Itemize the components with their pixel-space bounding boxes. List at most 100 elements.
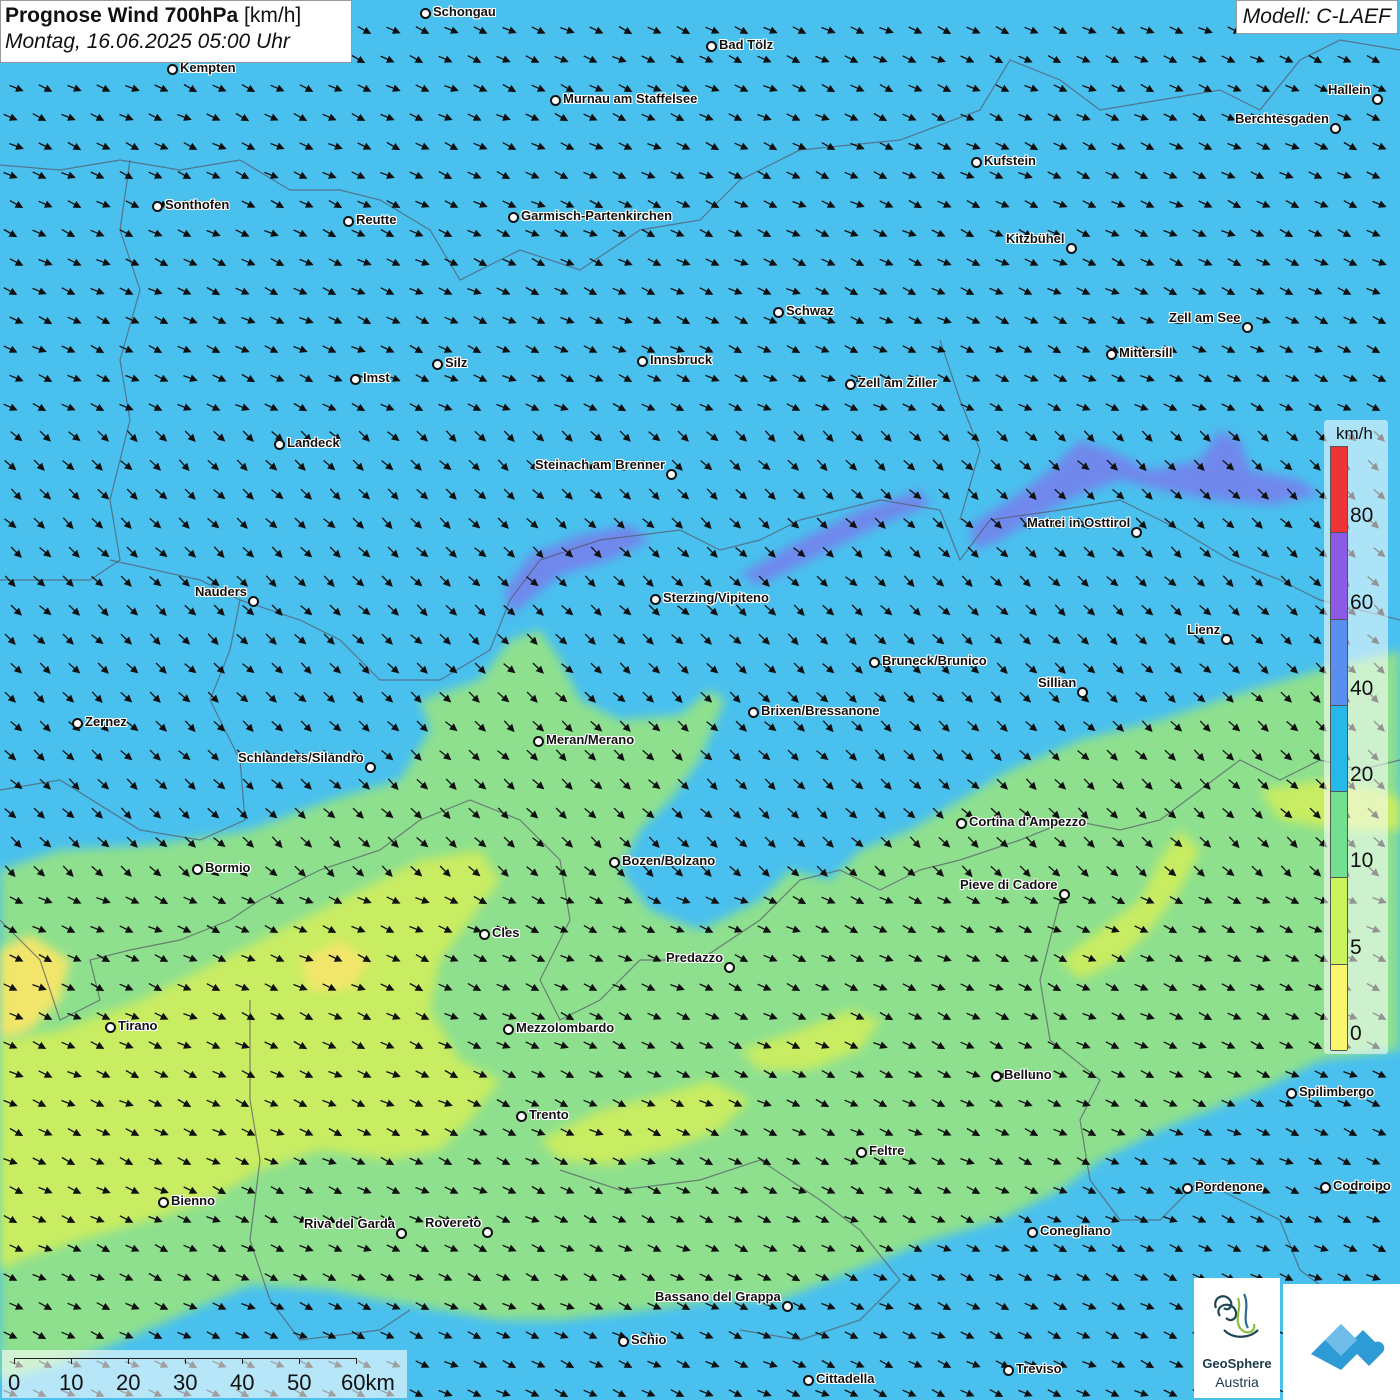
city-marker <box>550 95 561 106</box>
city-marker <box>1059 889 1070 900</box>
scale-bar: 0 10 20 30 40 50 60km <box>2 1350 407 1398</box>
map-title: Prognose Wind 700hPa [km/h] <box>5 4 347 28</box>
city-marker <box>72 718 83 729</box>
city-label: Cittadella <box>816 1371 875 1386</box>
cloud-arrow-logo-icon <box>1311 1324 1385 1370</box>
city-marker <box>666 469 677 480</box>
legend-label: 80 <box>1350 504 1374 528</box>
city-marker <box>1372 94 1383 105</box>
legend-label: 60 <box>1350 590 1374 614</box>
city-label: Sterzing/Vipiteno <box>663 590 769 605</box>
city-label: Pordenone <box>1195 1179 1263 1194</box>
city-label: Riva del Garda <box>304 1216 396 1231</box>
scale-tick <box>356 1358 357 1364</box>
city-label: Garmisch-Partenkirchen <box>521 208 673 223</box>
city-marker <box>350 374 361 385</box>
city-marker <box>748 707 759 718</box>
scale-label: 20 <box>116 1370 141 1395</box>
geosphere-name: GeoSphere <box>1202 1356 1272 1371</box>
city-marker <box>1242 322 1253 333</box>
city-marker <box>396 1228 407 1239</box>
legend: km/h 80 60 40 20 10 5 0 <box>1324 420 1388 1054</box>
city-marker <box>991 1071 1002 1082</box>
city-label: Nauders <box>195 584 248 599</box>
city-label: Tirano <box>118 1018 158 1033</box>
city-marker <box>1131 527 1142 538</box>
city-label: Meran/Merano <box>546 732 635 747</box>
city-marker <box>1027 1227 1038 1238</box>
city-label: Bozen/Bolzano <box>622 853 716 868</box>
city-marker <box>479 929 490 940</box>
city-label: Steinach am Brenner <box>535 457 666 472</box>
city-label: Zell am Ziller <box>858 375 938 390</box>
scale-tick <box>185 1358 186 1364</box>
scale-label: 50 <box>287 1370 312 1395</box>
city-label: Kufstein <box>984 153 1036 168</box>
city-marker <box>706 41 717 52</box>
scale-label: 60km <box>341 1370 395 1395</box>
city-label: Belluno <box>1004 1067 1052 1082</box>
city-marker <box>782 1301 793 1312</box>
city-marker <box>274 439 285 450</box>
title-unit: [km/h] <box>244 4 302 27</box>
legend-segment <box>1331 533 1347 620</box>
city-label: Brixen/Bressanone <box>761 703 880 718</box>
city-marker <box>803 1375 814 1386</box>
weather-app-logo[interactable] <box>1283 1284 1400 1400</box>
city-label: Conegliano <box>1040 1223 1111 1238</box>
city-marker <box>856 1147 867 1158</box>
city-label: Schwaz <box>786 303 834 318</box>
city-label: Spilimbergo <box>1299 1084 1375 1099</box>
city-marker <box>167 64 178 75</box>
city-marker <box>971 157 982 168</box>
city-marker <box>482 1227 493 1238</box>
city-marker <box>192 864 203 875</box>
city-label: Kitzbühel <box>1006 231 1065 246</box>
city-marker <box>1106 349 1117 360</box>
city-label: Landeck <box>287 435 340 450</box>
city-marker <box>637 356 648 367</box>
city-label: Hallein <box>1328 82 1371 97</box>
city-marker <box>618 1336 629 1347</box>
city-label: Predazzo <box>666 950 724 965</box>
city-label: Reutte <box>356 212 397 227</box>
city-marker <box>1221 634 1232 645</box>
city-label: Murnau am Staffelsee <box>563 91 698 106</box>
city-label: Zell am See <box>1169 310 1241 325</box>
city-marker <box>432 359 443 370</box>
geosphere-emblem-icon <box>1214 1293 1259 1338</box>
city-marker <box>1003 1365 1014 1376</box>
city-label: Cortina d'Ampezzo <box>969 814 1087 829</box>
scale-label: 10 <box>59 1370 84 1395</box>
city-marker <box>152 201 163 212</box>
city-marker <box>1077 687 1088 698</box>
geosphere-logo[interactable]: GeoSphere Austria <box>1194 1278 1280 1398</box>
forecast-date: Montag, 16.06.2025 05:00 Uhr <box>5 30 290 53</box>
legend-label: 40 <box>1350 676 1374 700</box>
city-label: Cles <box>492 925 520 940</box>
city-marker <box>158 1197 169 1208</box>
city-label: Sillian <box>1038 675 1077 690</box>
city-marker <box>1330 123 1341 134</box>
city-marker <box>773 307 784 318</box>
legend-label: 0 <box>1350 1022 1362 1045</box>
city-marker <box>650 594 661 605</box>
scale-label: 40 <box>230 1370 255 1395</box>
scale-tick <box>128 1358 129 1364</box>
city-label: Sonthofen <box>165 197 230 212</box>
city-label: Lienz <box>1187 622 1221 637</box>
wind-map[interactable]: Schongau Bad Tölz Kempten Murnau am Staffel… <box>0 0 1400 1400</box>
city-marker <box>1182 1183 1193 1194</box>
legend-segment <box>1331 964 1347 1051</box>
city-marker <box>533 736 544 747</box>
city-label: Berchtesgaden <box>1235 111 1329 126</box>
legend-unit: km/h <box>1336 424 1373 443</box>
city-label: Bienno <box>171 1193 216 1208</box>
city-marker <box>365 762 376 773</box>
scale-tick <box>14 1358 15 1364</box>
city-marker <box>516 1111 527 1122</box>
legend-segment <box>1331 705 1347 793</box>
city-label: Bad Tölz <box>719 37 774 52</box>
city-label: Feltre <box>869 1143 905 1158</box>
city-label: Bormio <box>205 860 251 875</box>
